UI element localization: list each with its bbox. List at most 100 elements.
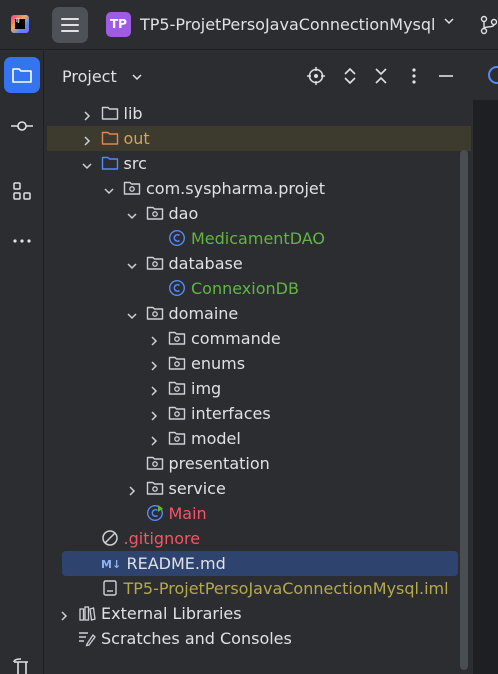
folder-source-icon (101, 154, 119, 172)
tree-row[interactable]: Main (45, 501, 459, 526)
tree-row[interactable]: src (45, 151, 459, 176)
tree-row-label: Scratches and Consoles (101, 629, 292, 648)
tree-row-label: domaine (168, 304, 239, 323)
tree-row-label: presentation (168, 454, 270, 473)
tree-row[interactable]: domaine (45, 301, 459, 326)
tree-row[interactable]: .gitignore (45, 526, 459, 551)
tree-row-label: model (191, 429, 241, 448)
tree-row[interactable]: presentation (45, 451, 459, 476)
package-icon (146, 254, 164, 272)
package-icon (168, 404, 186, 422)
chevron-right-icon[interactable] (126, 482, 138, 496)
tool-window-strip (0, 51, 44, 674)
tree-row-label: TP5-ProjetPersoJavaConnectionMysql.iml (123, 579, 449, 598)
iml-icon (101, 579, 119, 597)
ignore-icon (101, 529, 119, 547)
tree-row-label: Main (168, 504, 207, 523)
panel-title[interactable]: Project (62, 67, 117, 86)
locate-icon[interactable] (307, 67, 325, 85)
scratches-icon (78, 629, 96, 647)
tree-row[interactable]: model (45, 426, 459, 451)
chevron-down-icon[interactable] (442, 14, 456, 28)
tree-row[interactable]: enums (45, 351, 459, 376)
chevron-right-icon[interactable] (148, 407, 160, 421)
tree-row[interactable]: MedicamentDAO (45, 226, 459, 251)
chevron-down-icon[interactable] (126, 207, 138, 220)
chevron-right-icon[interactable] (148, 332, 160, 346)
commit-icon (11, 121, 33, 131)
package-icon (168, 379, 186, 397)
options-vertical-icon[interactable] (405, 67, 423, 85)
chevron-down-icon[interactable] (131, 71, 143, 83)
chevron-down-icon[interactable] (126, 307, 138, 320)
package-icon (168, 429, 186, 447)
editor-area (473, 51, 498, 674)
chevron-down-icon[interactable] (81, 157, 93, 170)
tree-row[interactable]: lib (45, 101, 459, 126)
vcs-branch-icon[interactable] (478, 14, 498, 36)
tree-row[interactable]: TP5-ProjetPersoJavaConnectionMysql.iml (45, 576, 459, 601)
main-class-icon (146, 504, 164, 522)
tree-row[interactable]: img (45, 376, 459, 401)
chevron-right-icon[interactable] (81, 132, 93, 146)
tree-row-label: service (168, 479, 226, 498)
tree-scrollbar[interactable] (460, 150, 468, 670)
tree-row[interactable]: out (47, 126, 471, 151)
build-tool-button[interactable] (4, 649, 40, 674)
project-tool-button[interactable] (4, 57, 40, 93)
class-icon (168, 279, 186, 297)
tree-row-label: enums (191, 354, 246, 373)
libraries-icon (78, 604, 96, 622)
folder-excluded-icon (101, 129, 119, 147)
tree-row[interactable]: M↓ README.md (62, 551, 458, 576)
tree-row-label: out (123, 129, 150, 148)
package-icon (146, 304, 164, 322)
minimize-icon[interactable] (437, 67, 455, 85)
collapse-all-icon[interactable] (372, 67, 390, 85)
tree-row[interactable]: dao (45, 201, 459, 226)
tree-row-label: src (123, 154, 147, 173)
tree-row[interactable]: External Libraries (45, 601, 459, 626)
tree-row-label: dao (168, 204, 199, 223)
tree-row[interactable]: ConnexionDB (45, 276, 459, 301)
folder-icon (101, 104, 119, 122)
tree-row[interactable]: Scratches and Consoles (45, 626, 459, 651)
tree-row-label: .gitignore (123, 529, 201, 548)
package-icon (146, 204, 164, 222)
title-bar: IJ TP TP5-ProjetPersoJavaConnectionMysql (0, 0, 498, 50)
class-icon (168, 229, 186, 247)
tree-row[interactable]: database (45, 251, 459, 276)
project-badge[interactable]: TP (106, 12, 131, 37)
intellij-logo-icon: IJ (11, 15, 29, 33)
tree-row[interactable]: interfaces (45, 401, 459, 426)
tree-row[interactable]: service (45, 476, 459, 501)
tree-row-label: img (191, 379, 222, 398)
tree-row-label: com.syspharma.projet (146, 179, 326, 198)
chevron-down-icon[interactable] (103, 182, 115, 195)
tree-row-label: MedicamentDAO (191, 229, 325, 248)
more-tools-button[interactable] (4, 223, 40, 259)
package-icon (168, 354, 186, 372)
package-icon (123, 179, 141, 197)
package-icon (168, 329, 186, 347)
tree-row-label: External Libraries (101, 604, 242, 623)
commit-tool-button[interactable] (4, 108, 40, 144)
chevron-down-icon[interactable] (126, 257, 138, 270)
chevron-right-icon[interactable] (58, 607, 70, 621)
chevron-right-icon[interactable] (148, 382, 160, 396)
expand-all-icon[interactable] (341, 67, 359, 85)
project-name[interactable]: TP5-ProjetPersoJavaConnectionMysql (140, 15, 435, 34)
panel-header: Project (45, 51, 472, 101)
tree-row[interactable]: com.syspharma.projet (45, 176, 459, 201)
chevron-right-icon[interactable] (148, 432, 160, 446)
tree-row-label: commande (191, 329, 281, 348)
tree-row-label: interfaces (191, 404, 271, 423)
tree-row-label: database (168, 254, 243, 273)
project-panel: Project lib out src com.syspharma.projet dao… (45, 51, 472, 674)
hammer-icon (13, 658, 28, 674)
chevron-right-icon[interactable] (148, 357, 160, 371)
structure-tool-button[interactable] (4, 173, 40, 209)
main-menu-button[interactable] (52, 7, 88, 43)
chevron-right-icon[interactable] (81, 107, 93, 121)
tree-row[interactable]: commande (45, 326, 459, 351)
